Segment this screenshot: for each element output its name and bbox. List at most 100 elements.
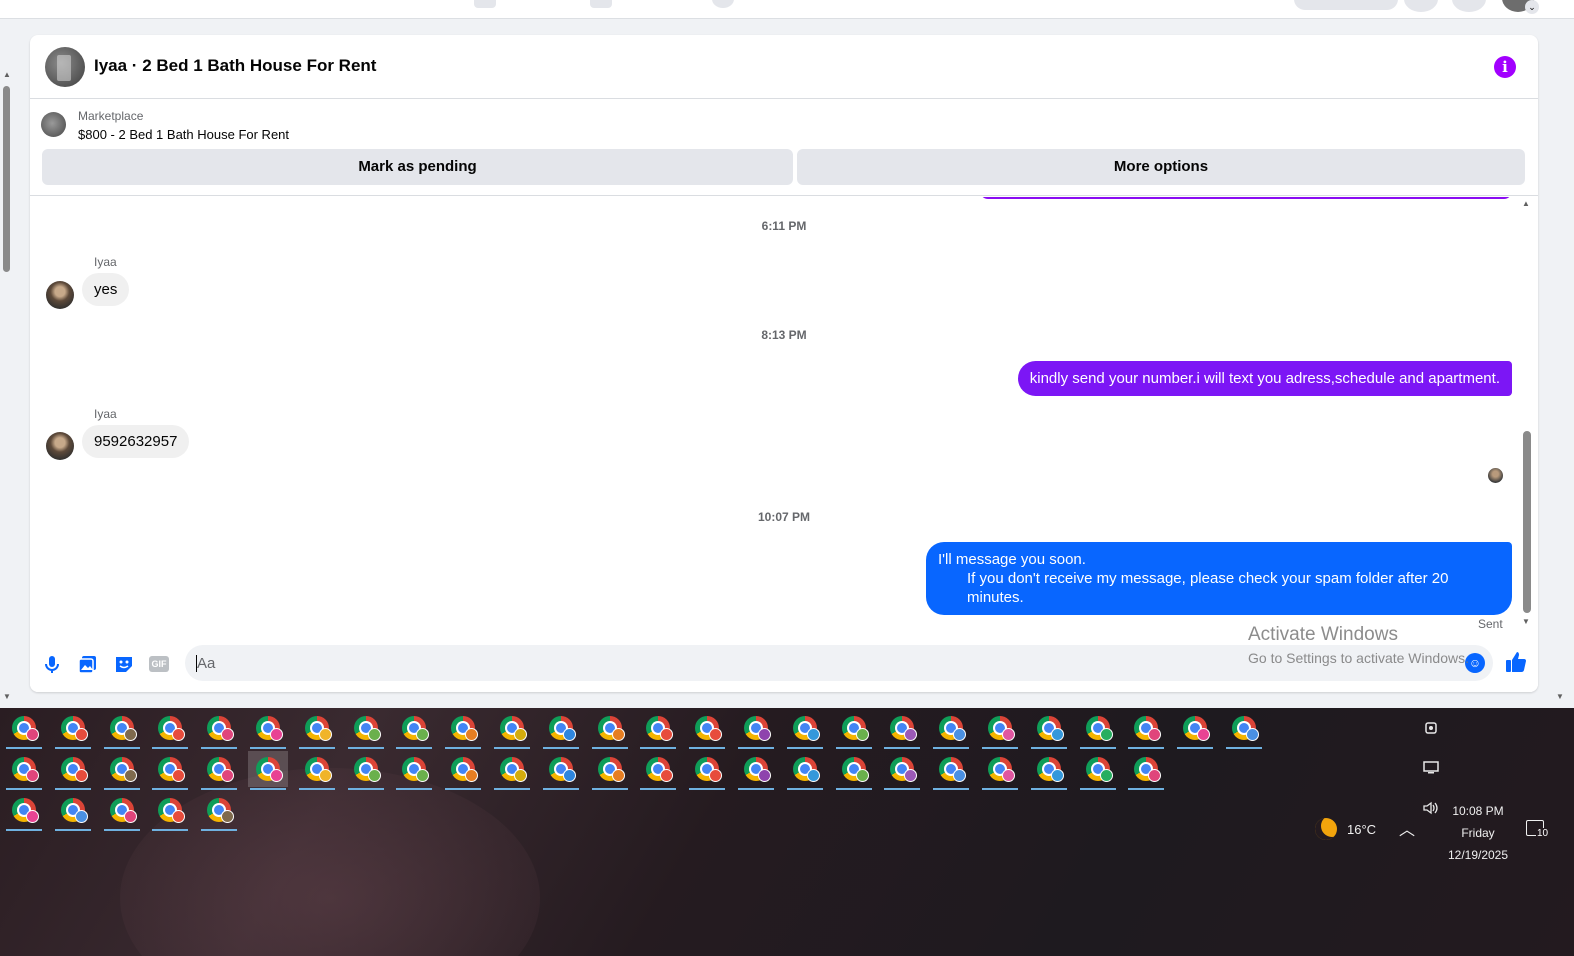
sender-avatar[interactable] (46, 281, 74, 309)
taskbar-app-button[interactable] (1029, 751, 1069, 790)
taskbar-app-button[interactable] (785, 751, 825, 790)
taskbar-app-button[interactable] (590, 751, 630, 790)
taskbar-app-button[interactable] (297, 710, 337, 749)
sender-avatar[interactable] (46, 432, 74, 460)
taskbar-app-button[interactable] (4, 710, 44, 749)
listing-title[interactable]: $800 - 2 Bed 1 Bath House For Rent (78, 127, 289, 142)
camera-icon[interactable] (1424, 720, 1438, 739)
microphone-icon[interactable] (41, 653, 63, 675)
volume-icon-shape (1423, 801, 1438, 815)
taskbar-app-button[interactable] (638, 710, 678, 749)
messenger-icon[interactable] (1452, 0, 1486, 12)
incoming-message[interactable]: 9592632957 (82, 425, 190, 458)
taskbar-app-button[interactable] (834, 710, 874, 749)
scroll-thumb[interactable] (3, 86, 10, 272)
taskbar-app-button[interactable] (1175, 710, 1215, 749)
thumbs-up-icon[interactable] (1504, 650, 1528, 674)
taskbar-app-button[interactable] (541, 751, 581, 790)
taskbar-app-button[interactable] (4, 792, 44, 831)
taskbar-app-button[interactable] (1126, 751, 1166, 790)
profile-badge-icon (611, 728, 625, 741)
nav-tab-icon[interactable] (712, 0, 734, 8)
taskbar-app-button[interactable] (248, 710, 288, 749)
page-scrollbar[interactable]: ▲ ▼ (0, 66, 14, 706)
taskbar-app-button[interactable] (199, 792, 239, 831)
taskbar-app-button[interactable] (102, 792, 142, 831)
photo-icon[interactable] (77, 653, 99, 675)
contact-avatar[interactable] (45, 47, 85, 87)
chat-title[interactable]: Iyaa · 2 Bed 1 Bath House For Rent (94, 56, 376, 76)
taskbar-app-button[interactable] (4, 751, 44, 790)
taskbar-app-button[interactable] (443, 710, 483, 749)
taskbar-app-button[interactable] (150, 751, 190, 790)
taskbar-app-button[interactable] (53, 710, 93, 749)
taskbar-app-button[interactable] (980, 710, 1020, 749)
taskbar-app-button[interactable] (931, 710, 971, 749)
taskbar-app-button[interactable] (638, 751, 678, 790)
taskbar-app-button[interactable] (736, 751, 776, 790)
taskbar-app-button[interactable] (1126, 710, 1166, 749)
taskbar-app-button[interactable] (346, 751, 386, 790)
moon-weather-icon[interactable] (1315, 818, 1337, 840)
nav-pill-button[interactable] (1294, 0, 1398, 10)
weather-temperature[interactable]: 16°C (1347, 822, 1376, 837)
chevron-down-icon[interactable]: ⌄ (1525, 0, 1539, 14)
taskbar-app-button[interactable] (1029, 710, 1069, 749)
taskbar-app-button[interactable] (394, 751, 434, 790)
display-icon[interactable] (1422, 760, 1440, 779)
menu-icon[interactable] (1404, 0, 1438, 12)
volume-icon[interactable] (1422, 800, 1440, 819)
scroll-up-arrow-icon[interactable]: ▲ (1522, 199, 1530, 208)
chevron-up-icon[interactable]: ︿ (1399, 816, 1415, 840)
nav-tab-icon[interactable] (590, 0, 612, 8)
taskbar-app-button[interactable] (199, 751, 239, 790)
outgoing-message[interactable]: kindly send your number.i will text you … (1017, 361, 1512, 396)
profile-badge-icon (611, 769, 625, 782)
taskbar-app-button[interactable] (53, 792, 93, 831)
mark-as-pending-button[interactable]: Mark as pending (42, 149, 793, 185)
taskbar-app-button[interactable] (150, 792, 190, 831)
taskbar-app-button[interactable] (102, 751, 142, 790)
taskbar-app-button[interactable] (1224, 710, 1264, 749)
taskbar-app-button[interactable] (492, 751, 532, 790)
taskbar-app-button[interactable] (882, 710, 922, 749)
scroll-thumb[interactable] (1523, 431, 1531, 613)
taskbar-app-button[interactable] (1078, 710, 1118, 749)
taskbar-app-button[interactable] (980, 751, 1020, 790)
taskbar-app-button[interactable] (443, 751, 483, 790)
taskbar-app-button[interactable] (492, 710, 532, 749)
incoming-message[interactable]: yes (82, 273, 130, 306)
nav-tab-icon[interactable] (474, 0, 496, 8)
taskbar-app-button[interactable] (1078, 751, 1118, 790)
taskbar-app-button[interactable] (785, 710, 825, 749)
sticker-icon[interactable] (113, 653, 135, 675)
gif-icon[interactable]: GIF (149, 656, 169, 672)
taskbar-app-button[interactable] (687, 751, 727, 790)
outgoing-message[interactable]: I'll message you soon. If you don't rece… (926, 542, 1512, 615)
running-indicator (445, 788, 482, 790)
taskbar-app-button[interactable] (590, 710, 630, 749)
taskbar-app-button[interactable] (53, 751, 93, 790)
scroll-down-arrow-icon[interactable]: ▼ (1522, 617, 1530, 626)
listing-thumbnail[interactable] (41, 112, 66, 137)
taskbar-app-button[interactable] (931, 751, 971, 790)
more-options-button[interactable]: More options (797, 149, 1525, 185)
scroll-down-arrow-icon[interactable]: ▼ (3, 692, 11, 701)
taskbar-app-button[interactable] (394, 710, 434, 749)
taskbar-app-button[interactable] (736, 710, 776, 749)
taskbar-app-button[interactable] (150, 710, 190, 749)
system-clock[interactable]: 10:08 PM Friday 12/19/2025 (1440, 800, 1516, 866)
taskbar-app-button[interactable] (297, 751, 337, 790)
taskbar-app-button[interactable] (102, 710, 142, 749)
taskbar-app-button[interactable] (199, 710, 239, 749)
scroll-up-arrow-icon[interactable]: ▲ (3, 70, 11, 79)
message-scrollbar[interactable]: ▲ ▼ (1520, 197, 1534, 633)
taskbar-app-button[interactable] (834, 751, 874, 790)
taskbar-app-button[interactable] (687, 710, 727, 749)
taskbar-app-button[interactable] (248, 751, 288, 790)
info-icon[interactable]: i (1494, 56, 1516, 78)
scroll-down-arrow-icon[interactable]: ▼ (1556, 692, 1564, 701)
taskbar-app-button[interactable] (882, 751, 922, 790)
taskbar-app-button[interactable] (541, 710, 581, 749)
taskbar-app-button[interactable] (346, 710, 386, 749)
